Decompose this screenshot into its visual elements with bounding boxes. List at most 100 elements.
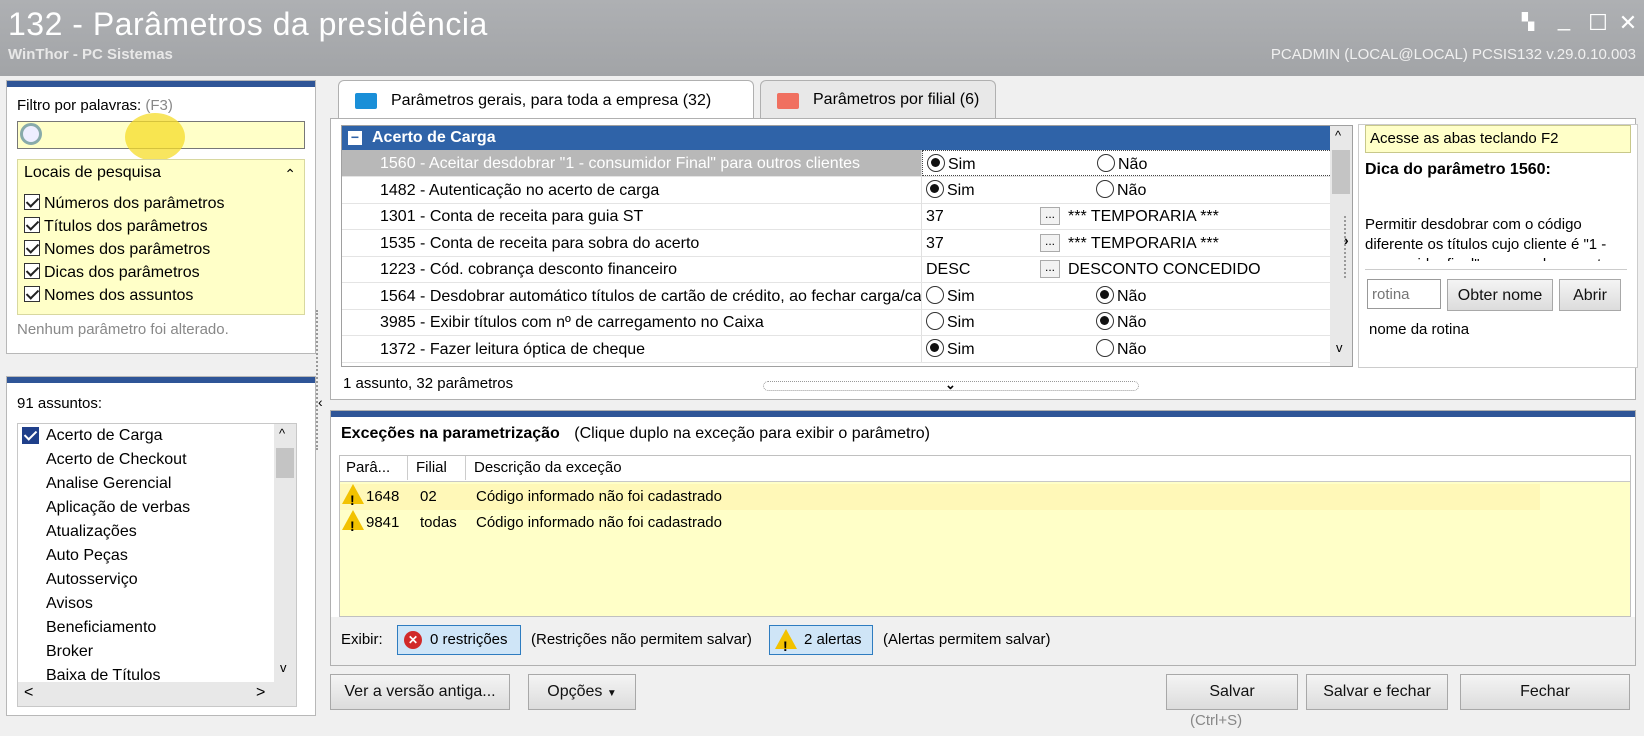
- radio-icon[interactable]: [1096, 179, 1114, 198]
- option-hints[interactable]: Dicas dos parâmetros: [24, 263, 225, 286]
- param-row[interactable]: 1560 - Aceitar desdobrar "1 - consumidor…: [342, 150, 1332, 177]
- restore-icon[interactable]: ▚: [1514, 10, 1542, 36]
- option-subjects[interactable]: Nomes dos assuntos: [24, 286, 225, 309]
- subjects-list[interactable]: Acerto de Carga Acerto de Checkout Analise…: [17, 423, 297, 707]
- save-close-button[interactable]: Salvar e fechar: [1306, 674, 1448, 710]
- close-button[interactable]: Fechar: [1460, 674, 1630, 710]
- scroll-left-icon[interactable]: <: [24, 684, 33, 702]
- table-row[interactable]: 9841 todas Código informado não foi cada…: [340, 510, 1540, 539]
- subject-item[interactable]: Broker: [18, 640, 296, 664]
- tab-general[interactable]: Parâmetros gerais, para toda a empresa (…: [338, 80, 754, 120]
- radio-icon[interactable]: [927, 154, 945, 172]
- option-titles[interactable]: Títulos dos parâmetros: [24, 217, 225, 240]
- radio-icon[interactable]: [926, 312, 944, 330]
- subject-item[interactable]: Acerto de Carga: [18, 424, 296, 448]
- radio-no[interactable]: Não: [1096, 309, 1146, 336]
- collapse-icon[interactable]: ⌃: [284, 166, 296, 183]
- lookup-description: DESCONTO CONCEDIDO: [1068, 261, 1261, 278]
- close-window-button[interactable]: ✕: [1614, 10, 1642, 36]
- warning-icon: [342, 510, 364, 539]
- radio-no[interactable]: Não: [1096, 283, 1146, 310]
- subject-item[interactable]: Avisos: [18, 592, 296, 616]
- subject-label: Avisos: [46, 595, 93, 612]
- param-row[interactable]: 1535 - Conta de receita para sobra do ac…: [342, 229, 1332, 257]
- param-row[interactable]: 1482 - Autenticação no acerto de carga Si…: [342, 176, 1332, 204]
- scroll-thumb[interactable]: [276, 448, 294, 478]
- col-description[interactable]: Descrição da exceção: [474, 456, 622, 480]
- radio-no[interactable]: Não: [1096, 336, 1146, 363]
- radio-icon[interactable]: [1096, 285, 1114, 304]
- radio-icon[interactable]: [926, 338, 944, 357]
- checkbox-icon[interactable]: [24, 286, 40, 302]
- radio-icon[interactable]: [926, 285, 944, 304]
- tab-branch[interactable]: Parâmetros por filial (6): [760, 80, 996, 118]
- col-param[interactable]: Parâ...: [346, 456, 408, 480]
- table-row[interactable]: 1648 02 Código informado não foi cadastr…: [340, 484, 1540, 513]
- scroll-up-icon[interactable]: ^: [279, 426, 285, 441]
- maximize-button[interactable]: ☐: [1584, 10, 1612, 36]
- lookup-code[interactable]: DESC: [926, 256, 970, 283]
- scroll-down-icon[interactable]: v: [1336, 340, 1343, 355]
- group-header[interactable]: − Acerto de Carga: [342, 126, 1332, 150]
- radio-icon[interactable]: [926, 179, 944, 198]
- collapse-group-icon[interactable]: −: [348, 130, 362, 145]
- option-numbers[interactable]: Números dos parâmetros: [24, 194, 225, 217]
- restrictions-count: 0 restrições: [430, 631, 508, 648]
- param-row[interactable]: 1372 - Fazer leitura óptica de cheque Sim…: [342, 335, 1332, 363]
- minimize-button[interactable]: _: [1550, 6, 1578, 32]
- radio-yes[interactable]: Sim: [926, 283, 975, 310]
- options-button[interactable]: Opções ▼: [528, 674, 636, 710]
- scroll-thumb[interactable]: [1332, 150, 1350, 194]
- subject-item[interactable]: Aplicação de verbas: [18, 496, 296, 520]
- checkbox-icon[interactable]: [24, 240, 40, 256]
- params-grid[interactable]: − Acerto de Carga 1560 - Aceitar desdobr…: [341, 125, 1353, 367]
- lookup-code[interactable]: 37: [926, 230, 944, 257]
- radio-yes[interactable]: Sim: [926, 336, 975, 363]
- col-filial[interactable]: Filial: [416, 456, 466, 480]
- subject-item[interactable]: Acerto de Checkout: [18, 448, 296, 472]
- routine-field[interactable]: [1368, 280, 1440, 308]
- subject-item[interactable]: Beneficiamento: [18, 616, 296, 640]
- splitter-handle[interactable]: [316, 310, 324, 450]
- scroll-right-icon[interactable]: >: [256, 684, 265, 702]
- radio-yes[interactable]: Sim: [926, 309, 975, 336]
- subject-item[interactable]: Atualizações: [18, 520, 296, 544]
- collapse-left-icon[interactable]: ‹: [318, 394, 323, 410]
- checkbox-icon[interactable]: [24, 263, 40, 279]
- subject-item[interactable]: Autosserviço: [18, 568, 296, 592]
- radio-icon[interactable]: [1097, 154, 1115, 172]
- radio-no[interactable]: Não: [1097, 151, 1147, 178]
- expand-down-icon[interactable]: ⌄: [945, 377, 956, 393]
- checkbox-icon[interactable]: [24, 194, 40, 210]
- old-version-button[interactable]: Ver a versão antiga...: [330, 674, 510, 710]
- routine-input[interactable]: [1367, 279, 1441, 309]
- subject-item[interactable]: Analise Gerencial: [18, 472, 296, 496]
- scroll-up-icon[interactable]: ^: [1335, 128, 1341, 143]
- restrictions-button[interactable]: ✕ 0 restrições: [397, 625, 521, 655]
- lookup-button[interactable]: ...: [1040, 233, 1060, 252]
- lookup-code[interactable]: 37: [926, 203, 944, 230]
- radio-no[interactable]: Não: [1096, 177, 1146, 204]
- param-row[interactable]: 1564 - Desdobrar automático títulos de c…: [342, 282, 1332, 310]
- radio-yes[interactable]: Sim: [926, 177, 975, 204]
- param-row[interactable]: 1301 - Conta de receita para guia ST 37..…: [342, 203, 1332, 230]
- option-names[interactable]: Nomes dos parâmetros: [24, 240, 225, 263]
- checkbox-icon[interactable]: [24, 217, 40, 233]
- subject-item[interactable]: Auto Peças: [18, 544, 296, 568]
- radio-icon[interactable]: [1096, 338, 1114, 357]
- lookup-button[interactable]: ...: [1040, 260, 1060, 278]
- horizontal-scrollbar[interactable]: < >: [18, 682, 296, 706]
- scroll-down-icon[interactable]: v: [280, 660, 287, 675]
- get-name-button[interactable]: Obter nome: [1447, 279, 1553, 311]
- vertical-scrollbar[interactable]: ^ v: [274, 424, 296, 682]
- param-row[interactable]: 1223 - Cód. cobrança desconto financeiro…: [342, 256, 1332, 283]
- lookup-button[interactable]: ...: [1040, 207, 1060, 225]
- checked-icon[interactable]: [22, 427, 39, 444]
- radio-icon[interactable]: [1096, 312, 1114, 330]
- expand-right-icon[interactable]: ›: [1344, 232, 1349, 248]
- open-button[interactable]: Abrir: [1559, 279, 1621, 311]
- radio-yes[interactable]: Sim: [927, 151, 976, 178]
- alerts-button[interactable]: 2 alertas: [769, 625, 873, 660]
- param-row[interactable]: 3985 - Exibir títulos com nº de carregam…: [342, 309, 1332, 336]
- save-button[interactable]: Salvar: [1166, 674, 1298, 710]
